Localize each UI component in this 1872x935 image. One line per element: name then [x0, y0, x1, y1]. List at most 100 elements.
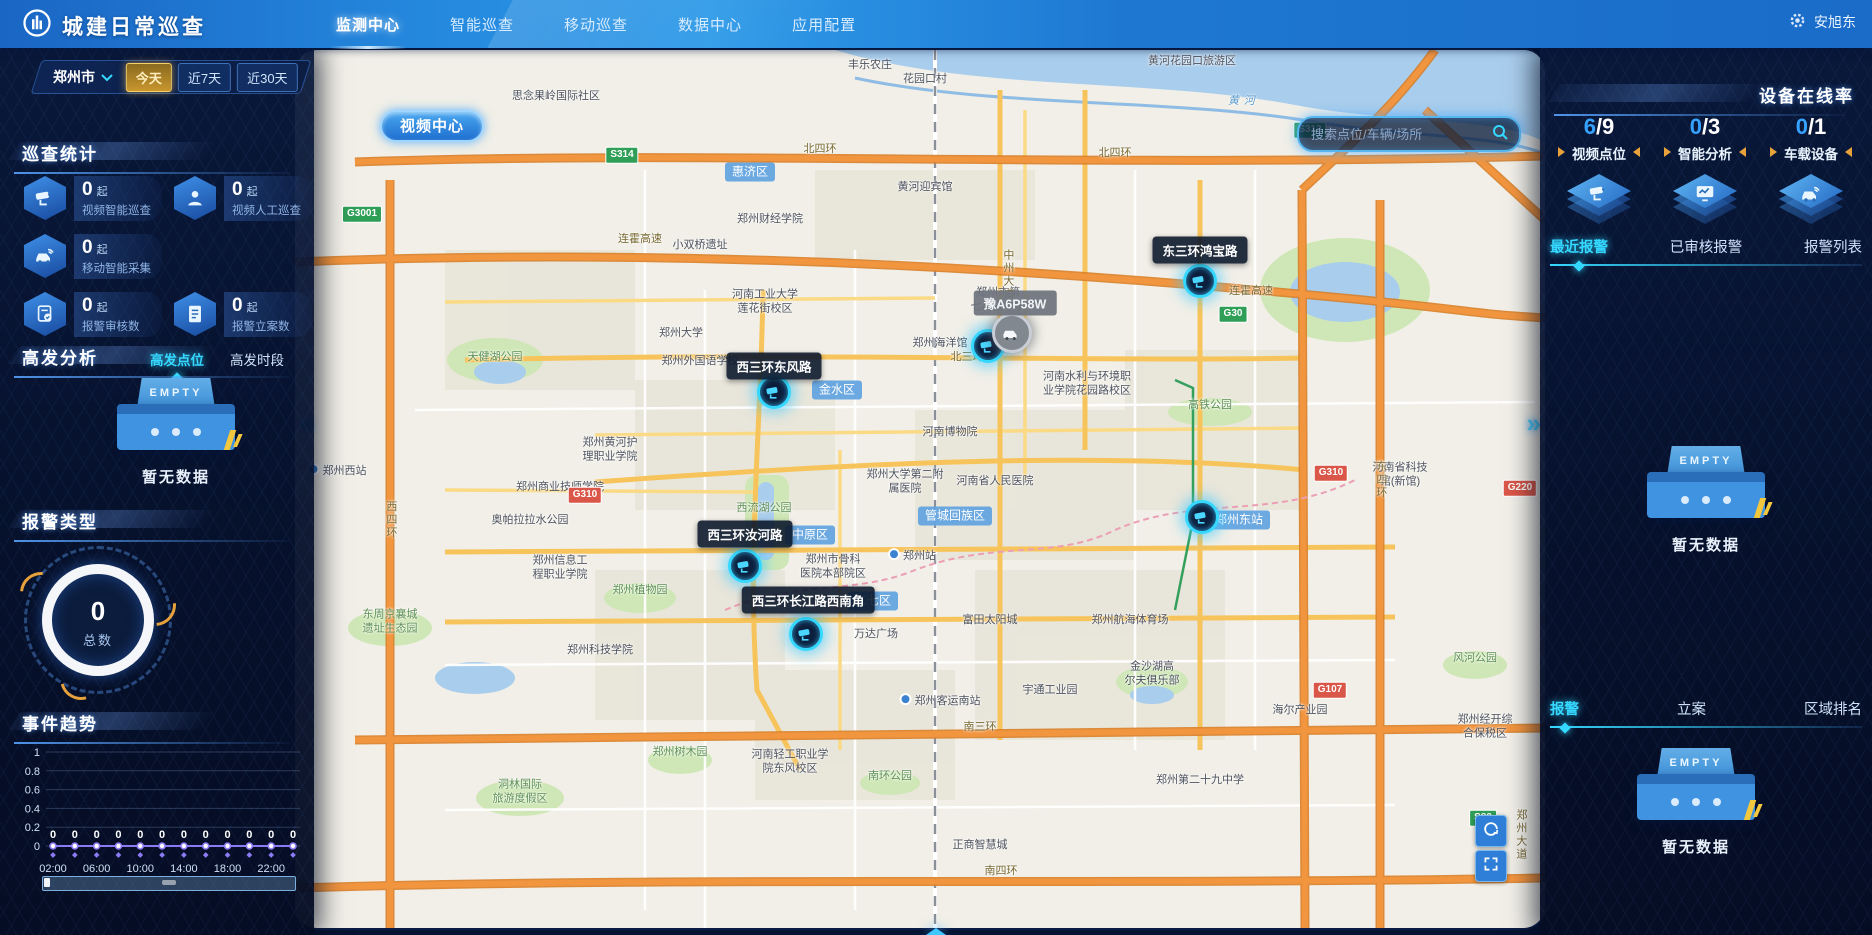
- empty-text: 暂无数据: [1621, 836, 1771, 857]
- range-filter-chip[interactable]: 近30天: [237, 63, 297, 92]
- case-tab[interactable]: 立案: [1677, 698, 1706, 719]
- hotspot-tab[interactable]: 高发点位: [150, 349, 204, 369]
- stat-label: 移动智能采集: [82, 260, 156, 276]
- city-select[interactable]: 郑州市: [53, 67, 113, 87]
- empty-text: 暂无数据: [101, 466, 251, 487]
- road-tooltip: 西三环汝河路: [697, 521, 792, 548]
- nav-item[interactable]: 监测中心: [330, 14, 406, 35]
- svg-text:0: 0: [72, 829, 78, 841]
- hotspot-tab[interactable]: 高发时段: [230, 349, 284, 369]
- search-input[interactable]: [1309, 126, 1491, 143]
- camera-marker[interactable]: [1185, 500, 1219, 534]
- chevron-down-icon: [101, 69, 113, 85]
- device-online-header: 设备在线率: [1540, 82, 1872, 112]
- alarm-tab[interactable]: 最近报警: [1550, 236, 1608, 257]
- patrol-stats-title: 巡查统计: [22, 140, 98, 165]
- patrol-stats-grid: 0起 视频智能巡查 0起 视频人工巡查 0起 移动智能采集 0起 报警审核数 0…: [24, 176, 312, 336]
- stat-label: 报警立案数: [232, 318, 306, 334]
- gauge-total-label: 总数: [32, 630, 164, 649]
- svg-text:0.8: 0.8: [25, 766, 40, 778]
- nav-item[interactable]: 应用配置: [786, 14, 862, 35]
- person-icon: [174, 176, 216, 220]
- alarm-tab[interactable]: 报警列表: [1804, 236, 1862, 257]
- range-filter-chip[interactable]: 近7天: [178, 63, 231, 92]
- svg-text:18:00: 18:00: [214, 863, 242, 875]
- svg-text:1: 1: [34, 747, 40, 759]
- svg-text:0.2: 0.2: [25, 822, 40, 834]
- empty-box-icon: [117, 404, 235, 450]
- nav-item[interactable]: 智能巡查: [444, 14, 520, 35]
- cctv-icon: [1564, 170, 1634, 228]
- map-search[interactable]: [1297, 116, 1521, 152]
- alarm-tab[interactable]: 已审核报警: [1670, 236, 1743, 257]
- device-online-title: 设备在线率: [1759, 82, 1854, 107]
- top-bar: 城建日常巡查 监测中心智能巡查移动巡查数据中心应用配置 安旭东: [0, 0, 1872, 48]
- nav-item[interactable]: 移动巡查: [558, 14, 634, 35]
- alarm-type-gauge: 0 总数: [32, 554, 164, 686]
- svg-text:0.4: 0.4: [25, 803, 40, 815]
- alarm-type-title: 报警类型: [22, 508, 98, 533]
- city-select-value: 郑州市: [53, 67, 95, 87]
- spark-icon: [224, 430, 236, 450]
- user-name[interactable]: 安旭东: [1814, 12, 1856, 32]
- cctv-icon: [24, 176, 66, 220]
- bottom-glow-icon: [926, 928, 946, 935]
- spark-icon: [1754, 498, 1766, 518]
- right-panel: 设备在线率 6/9 视频点位 0/3 智能分析 0/1 车载设备 最近报警已审核…: [1540, 48, 1872, 935]
- car-icon: [24, 234, 66, 278]
- fullscreen-button[interactable]: [1475, 850, 1507, 882]
- event-trend-header: 事件趋势: [0, 710, 314, 740]
- camera-marker[interactable]: [1183, 264, 1217, 298]
- device-online-item: 6/9 视频点位: [1546, 114, 1652, 228]
- range-filter-chip[interactable]: 今天: [126, 63, 172, 92]
- refresh-button[interactable]: [1475, 815, 1507, 847]
- vehicle-plate-label: 豫A6P58W: [974, 291, 1057, 316]
- map-base-art: [295, 50, 1545, 928]
- vehicle-marker[interactable]: [992, 313, 1032, 353]
- stat-label: 报警审核数: [82, 318, 156, 334]
- camera-marker[interactable]: [728, 549, 762, 583]
- cases-empty-state: EMPTY 暂无数据: [1621, 748, 1771, 857]
- camera-marker[interactable]: [789, 617, 823, 651]
- stat-unit: 起: [247, 302, 258, 314]
- spark-icon: [1744, 800, 1756, 820]
- main-nav: 监测中心 智能巡查 移动巡查 数据中心 应用配置: [330, 0, 862, 48]
- trend-zoom-slider[interactable]: [42, 876, 296, 891]
- svg-text:0: 0: [224, 829, 230, 841]
- gear-icon[interactable]: [1789, 12, 1806, 32]
- monitor-icon: [1670, 170, 1740, 228]
- stat-unit: 起: [97, 244, 108, 256]
- collapse-right-icon[interactable]: »: [1527, 410, 1541, 436]
- search-icon[interactable]: [1491, 123, 1509, 146]
- hotspot-title: 高发分析: [22, 344, 98, 369]
- alarm-type-header: 报警类型: [0, 508, 314, 538]
- case-tab[interactable]: 区域排名: [1804, 698, 1862, 719]
- stat-value: 0: [232, 295, 243, 316]
- nav-item[interactable]: 数据中心: [672, 14, 748, 35]
- event-trend-title: 事件趋势: [22, 710, 98, 735]
- case-tab[interactable]: 报警: [1550, 698, 1579, 719]
- stat-value: 0: [82, 295, 93, 316]
- stat-value: 0: [82, 237, 93, 258]
- online-value: 6/9: [1546, 114, 1652, 140]
- patrol-stat-item: 0起 视频人工巡查: [174, 176, 312, 220]
- range-filter-group: 今天近7天近30天: [123, 63, 301, 92]
- filter-bar: 郑州市 今天近7天近30天: [30, 60, 311, 94]
- empty-box-icon: [1647, 472, 1765, 518]
- video-center-button[interactable]: 视频中心: [380, 110, 484, 142]
- svg-text:0: 0: [290, 829, 296, 841]
- camera-marker[interactable]: [757, 375, 791, 409]
- slider-handle[interactable]: [44, 878, 50, 887]
- svg-text:0.6: 0.6: [25, 785, 40, 797]
- slider-grip[interactable]: [162, 880, 176, 885]
- stat-unit: 起: [247, 186, 258, 198]
- map-canvas[interactable]: 思念果岭国际社区丰乐农庄花园口村黄河花园口旅游区黄河惠济区北四环北四环黄河迎宾馆…: [295, 50, 1545, 928]
- stat-unit: 起: [97, 302, 108, 314]
- empty-box-icon: [1637, 774, 1755, 820]
- user-menu[interactable]: 安旭东: [1789, 12, 1856, 32]
- stat-value: 0: [82, 179, 93, 200]
- road-tooltip: 西三环长江路西南角: [742, 587, 875, 614]
- svg-text:0: 0: [203, 829, 209, 841]
- hotspot-tabs: 高发点位 高发时段: [150, 349, 284, 369]
- file-icon: [174, 292, 216, 336]
